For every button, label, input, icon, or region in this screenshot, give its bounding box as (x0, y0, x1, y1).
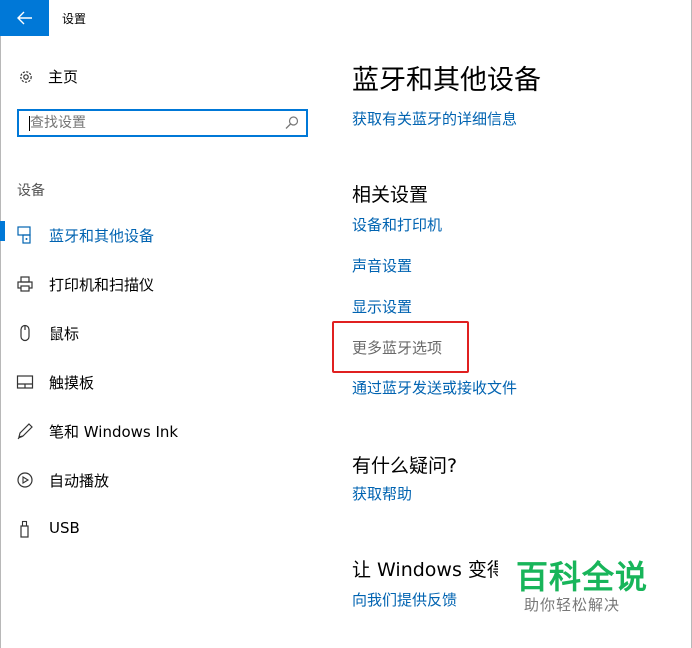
section-header-devices: 设备 (17, 183, 45, 199)
sidebar-item-label: 触摸板 (49, 374, 95, 392)
sidebar-item-label: USB (49, 519, 80, 537)
sidebar-item-label: 笔和 Windows Ink (49, 423, 179, 441)
sidebar-item-printers[interactable]: 打印机和扫描仪 (0, 265, 320, 301)
watermark-subtitle: 助你轻松解决 (524, 596, 621, 614)
sidebar-item-autoplay[interactable]: 自动播放 (0, 461, 320, 497)
search-box[interactable] (17, 109, 308, 137)
sidebar-item-usb[interactable]: USB (0, 510, 320, 546)
usb-icon (20, 520, 29, 538)
watermark-title: 百科全说 (516, 558, 649, 596)
sidebar-item-bluetooth[interactable]: 蓝牙和其他设备 (0, 216, 320, 252)
bluetooth-devices-icon (17, 226, 31, 244)
sidebar-item-mouse[interactable]: 鼠标 (0, 314, 320, 350)
mouse-icon (20, 324, 30, 342)
sidebar-item-label: 蓝牙和其他设备 (49, 227, 155, 245)
display-settings-link[interactable]: 显示设置 (352, 296, 412, 317)
search-icon[interactable] (284, 115, 300, 131)
questions-heading: 有什么疑问? (352, 455, 458, 477)
sidebar-item-label: 鼠标 (49, 325, 80, 343)
feedback-link[interactable]: 向我们提供反馈 (352, 589, 457, 610)
sidebar-item-label: 自动播放 (49, 472, 110, 490)
back-arrow-icon (16, 11, 32, 25)
back-button[interactable] (0, 0, 49, 36)
devices-printers-link[interactable]: 设备和打印机 (352, 214, 442, 235)
pen-icon (17, 423, 33, 440)
gear-icon (20, 70, 32, 83)
window-title: 设置 (62, 12, 87, 26)
active-indicator (0, 221, 5, 241)
improve-windows-heading: 让 Windows 变得更好 (352, 559, 498, 581)
search-input[interactable] (30, 113, 280, 133)
get-help-link[interactable]: 获取帮助 (352, 483, 412, 504)
bluetooth-info-link[interactable]: 获取有关蓝牙的详细信息 (352, 108, 517, 129)
related-settings-heading: 相关设置 (352, 184, 429, 206)
home-nav-item[interactable]: 主页 (18, 66, 78, 87)
home-label: 主页 (48, 68, 79, 86)
sidebar-item-touchpad[interactable]: 触摸板 (0, 363, 320, 399)
page-title: 蓝牙和其他设备 (352, 65, 541, 96)
sound-settings-link[interactable]: 声音设置 (352, 255, 412, 276)
touchpad-icon (16, 375, 34, 389)
title-bar: 设置 (0, 0, 692, 36)
bluetooth-file-transfer-link[interactable]: 通过蓝牙发送或接收文件 (352, 377, 517, 398)
sidebar-item-label: 打印机和扫描仪 (49, 276, 155, 294)
printer-icon (17, 276, 33, 292)
highlight-annotation (332, 321, 469, 373)
autoplay-icon (17, 472, 33, 488)
sidebar-item-pen[interactable]: 笔和 Windows Ink (0, 412, 320, 448)
